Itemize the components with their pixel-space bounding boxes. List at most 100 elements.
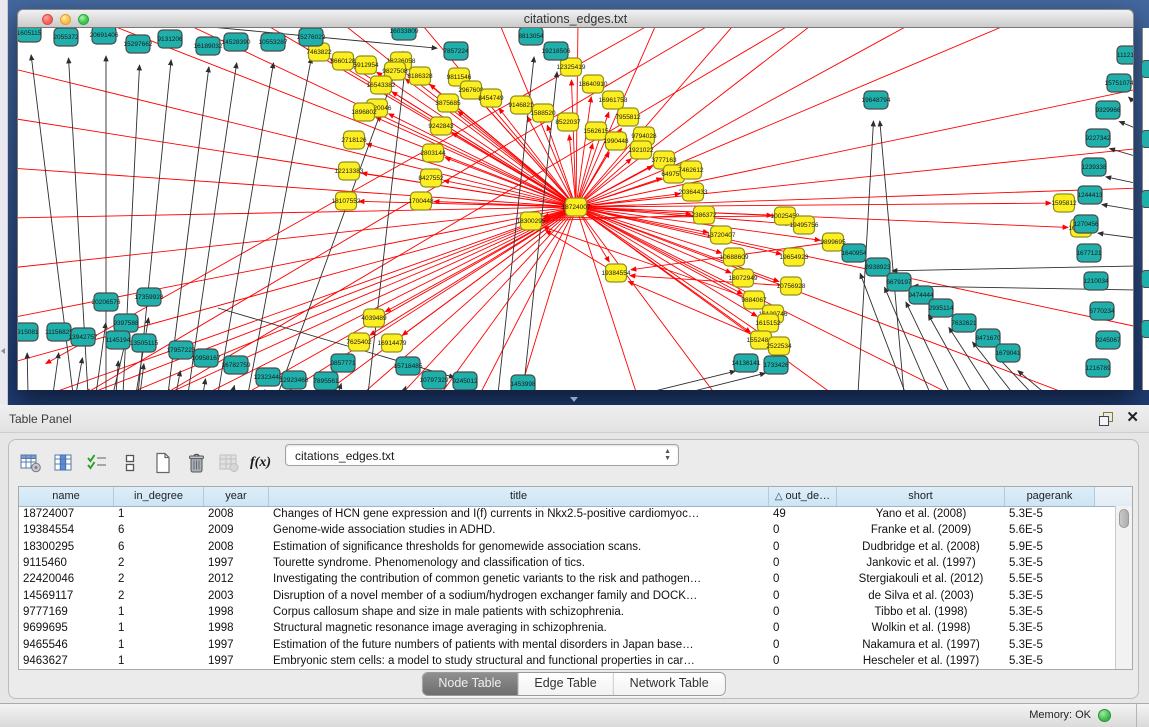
network-node[interactable]: 1270456 [1073, 215, 1099, 233]
network-node[interactable]: 1112197 [1117, 46, 1133, 64]
network-node[interactable]: 2803144 [420, 144, 446, 162]
network-node[interactable]: 1453998 [510, 375, 536, 390]
network-node[interactable]: 1677121 [1076, 244, 1102, 262]
create-table-column-icon[interactable] [19, 451, 43, 475]
network-node[interactable]: 1588520 [530, 104, 556, 122]
network-node[interactable]: 8186328 [407, 67, 433, 85]
network-node[interactable]: 19218506 [542, 42, 571, 60]
network-node[interactable]: 16543382 [367, 76, 396, 94]
column-header-out_degree[interactable]: △out_de… [769, 487, 837, 506]
row-height-icon[interactable] [118, 451, 142, 475]
network-node[interactable]: 9245067 [1095, 331, 1121, 349]
network-node[interactable]: 2386372 [691, 206, 717, 224]
column-header-title[interactable]: title [269, 487, 769, 506]
network-node[interactable]: 1210034 [1083, 272, 1109, 290]
network-node[interactable]: 9329966 [1095, 101, 1121, 119]
table-scrollbar[interactable] [1115, 506, 1132, 669]
network-node[interactable]: 18300295 [517, 212, 546, 230]
network-node[interactable]: 12213383 [335, 162, 364, 180]
network-node[interactable]: 2935114 [929, 299, 954, 317]
network-node[interactable]: 9245012 [452, 372, 478, 390]
table-row[interactable]: 1938455462009Genome-wide association stu… [19, 522, 1116, 538]
network-node[interactable]: 1216789 [1085, 359, 1111, 377]
network-node[interactable]: 19648794 [862, 91, 891, 109]
network-node[interactable]: 7857224 [443, 42, 469, 60]
table-row[interactable]: 969969511998Structural magnetic resonanc… [19, 620, 1116, 636]
network-node[interactable]: 1679041 [995, 344, 1021, 362]
select-columns-icon[interactable] [85, 451, 109, 475]
network-node[interactable]: 13505115 [130, 334, 159, 352]
network-node[interactable]: 19384554 [602, 264, 631, 282]
network-node[interactable]: 7462612 [678, 161, 704, 179]
network-node[interactable]: 10958167 [192, 349, 221, 367]
network-node[interactable]: 10797329 [420, 371, 449, 389]
network-node[interactable]: 12923468 [280, 371, 309, 389]
network-node[interactable]: 13720407 [707, 226, 736, 244]
network-node[interactable]: 20206576 [92, 293, 121, 311]
network-node[interactable]: 15751074 [1105, 74, 1133, 92]
float-panel-icon[interactable] [1099, 412, 1113, 426]
table-row[interactable]: 911546021997Tourette syndrome. Phenomeno… [19, 555, 1116, 571]
network-node[interactable]: 18724007 [562, 198, 591, 216]
table-row[interactable]: 1872400712008Changes of HCN gene express… [19, 506, 1116, 522]
collapse-left-panel-icon[interactable] [1, 348, 5, 354]
table-row[interactable]: 1830029562008Estimation of significance … [19, 539, 1116, 555]
network-node[interactable]: 7895561 [313, 372, 339, 390]
network-node[interactable]: 20691406 [90, 28, 119, 44]
network-node[interactable]: 8454749 [478, 89, 504, 107]
network-node[interactable]: 16914479 [378, 334, 407, 352]
network-node[interactable]: 19654923 [780, 248, 809, 266]
network-node[interactable]: 16961758 [599, 91, 628, 109]
column-header-year[interactable]: year [204, 487, 269, 506]
network-node[interactable]: 3875685 [435, 94, 461, 112]
network-node[interactable]: 8427552 [418, 169, 444, 187]
network-node[interactable]: 6770234 [1089, 302, 1115, 320]
network-node[interactable]: 1615152 [755, 314, 781, 332]
network-view-window[interactable]: citations_edges.txt 18724007 18300295 1938… [17, 9, 1134, 390]
network-node[interactable]: 1640954 [841, 244, 867, 262]
network-node[interactable]: 1239338 [1081, 158, 1107, 176]
network-node[interactable]: 1605115 [18, 28, 42, 42]
network-node[interactable]: 8938923 [865, 258, 891, 276]
network-canvas[interactable]: 1872400718300295193845547463822866012859… [17, 28, 1134, 390]
network-node[interactable]: 4039489 [361, 309, 387, 327]
network-node[interactable]: 7625402 [346, 333, 372, 351]
network-node[interactable]: 16189032 [194, 37, 223, 55]
network-node[interactable]: 14136141 [732, 354, 761, 372]
split-pane-handle[interactable] [570, 397, 578, 402]
network-table-select[interactable]: citations_edges.txt ▲▼ [285, 444, 679, 466]
table-row[interactable]: 1456911722003Disruption of a novel membe… [19, 587, 1116, 603]
network-node[interactable]: 8522037 [555, 113, 581, 131]
network-node[interactable]: 13942757 [69, 328, 98, 346]
network-node[interactable]: 8471670 [975, 329, 1001, 347]
table-row[interactable]: 2242004622012Investigating the contribut… [19, 571, 1116, 587]
table-row[interactable]: 946554611997Estimation of the future num… [19, 636, 1116, 652]
network-node[interactable]: 2055372 [53, 28, 79, 46]
close-panel-icon[interactable]: ✕ [1126, 410, 1139, 426]
show-hide-column-icon[interactable] [52, 451, 76, 475]
network-node[interactable]: 9857771 [330, 354, 356, 372]
table-row[interactable]: 946362711997Embryonic stem cells: a mode… [19, 653, 1116, 669]
network-node[interactable]: 19495756 [790, 216, 819, 234]
network-node[interactable]: 10553287 [259, 33, 288, 51]
window-titlebar[interactable]: citations_edges.txt [17, 9, 1134, 28]
delete-table-icon[interactable] [184, 451, 208, 475]
memory-status-indicator[interactable] [1098, 709, 1111, 722]
network-node[interactable]: 2718126 [341, 131, 367, 149]
column-header-in_degree[interactable]: in_degree [114, 487, 204, 506]
network-node[interactable]: 10688609 [720, 248, 749, 266]
network-node[interactable]: 18640910 [579, 75, 608, 93]
network-node[interactable]: 1145194 [106, 331, 131, 349]
network-node[interactable]: 15718485 [394, 357, 423, 375]
network-node[interactable]: 12325419 [557, 58, 586, 76]
network-node[interactable]: 10756928 [777, 277, 806, 295]
network-node[interactable]: 14528390 [222, 33, 251, 51]
function-builder-icon[interactable]: f(x) [250, 455, 271, 471]
table-scrollbar-thumb[interactable] [1119, 509, 1129, 528]
network-node[interactable]: 7955812 [615, 108, 641, 126]
tab-node-table[interactable]: Node Table [422, 673, 518, 695]
network-node[interactable]: 15276022 [297, 28, 326, 46]
network-node[interactable]: 1990448 [603, 132, 629, 150]
tab-edge-table[interactable]: Edge Table [518, 673, 613, 695]
network-node[interactable]: 1700448 [408, 192, 434, 210]
